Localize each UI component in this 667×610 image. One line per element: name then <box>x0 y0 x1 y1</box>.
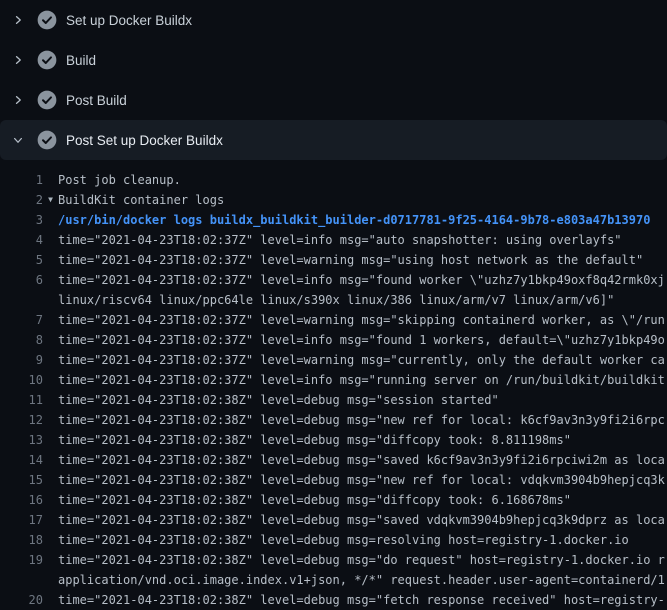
log-text: time="2021-04-23T18:02:37Z" level=info m… <box>58 370 665 390</box>
check-circle-icon <box>37 90 57 110</box>
step-label: Post Set up Docker Buildx <box>66 133 223 148</box>
log-line: 15 time="2021-04-23T18:02:38Z" level=debu… <box>0 470 667 490</box>
log-line: 13 time="2021-04-23T18:02:38Z" level=debu… <box>0 430 667 450</box>
step-label: Post Build <box>66 93 127 108</box>
line-number[interactable]: 14 <box>0 450 43 470</box>
log-output: 1 Post job cleanup. 2▼BuildKit container … <box>0 160 667 610</box>
check-circle-icon <box>37 130 57 150</box>
log-line: 1 Post job cleanup. <box>0 170 667 190</box>
line-number[interactable]: 2 <box>0 190 43 210</box>
log-line: 11 time="2021-04-23T18:02:38Z" level=debu… <box>0 390 667 410</box>
log-text: time="2021-04-23T18:02:38Z" level=debug … <box>58 390 499 410</box>
step-row-setup-docker-buildx[interactable]: Set up Docker Buildx <box>0 0 667 40</box>
log-text: time="2021-04-23T18:02:37Z" level=warnin… <box>58 310 665 330</box>
chevron-down-icon <box>10 132 26 148</box>
line-number[interactable]: 10 <box>0 370 43 390</box>
line-number[interactable]: 1 <box>0 170 43 190</box>
chevron-right-icon <box>10 12 26 28</box>
step-list: Set up Docker Buildx Build Post Build Po… <box>0 0 667 160</box>
chevron-right-icon <box>10 52 26 68</box>
line-number <box>0 570 43 590</box>
log-line: 9 time="2021-04-23T18:02:37Z" level=warni… <box>0 350 667 370</box>
log-text: time="2021-04-23T18:02:37Z" level=warnin… <box>58 350 665 370</box>
log-line: 20 time="2021-04-23T18:02:38Z" level=debu… <box>0 590 667 610</box>
check-circle-icon <box>37 10 57 30</box>
log-line-wrap-continuation: linux/riscv64 linux/ppc64le linux/s390x … <box>0 290 667 310</box>
line-number[interactable]: 11 <box>0 390 43 410</box>
log-line: 7 time="2021-04-23T18:02:37Z" level=warni… <box>0 310 667 330</box>
line-number[interactable]: 9 <box>0 350 43 370</box>
log-line: 17 time="2021-04-23T18:02:38Z" level=debu… <box>0 510 667 530</box>
line-number[interactable]: 15 <box>0 470 43 490</box>
step-row-post-setup-docker-buildx[interactable]: Post Set up Docker Buildx <box>0 120 667 160</box>
log-text: time="2021-04-23T18:02:38Z" level=debug … <box>58 470 665 490</box>
line-number[interactable]: 20 <box>0 590 43 610</box>
step-row-post-build[interactable]: Post Build <box>0 80 667 120</box>
log-text: time="2021-04-23T18:02:38Z" level=debug … <box>58 530 629 550</box>
log-line: 14 time="2021-04-23T18:02:38Z" level=debu… <box>0 450 667 470</box>
log-text: time="2021-04-23T18:02:38Z" level=debug … <box>58 490 571 510</box>
chevron-right-icon <box>10 92 26 108</box>
log-line-wrap-continuation: application/vnd.oci.image.index.v1+json,… <box>0 570 667 590</box>
log-line-command: 3/usr/bin/docker logs buildx_buildkit_bu… <box>0 210 667 230</box>
log-line: 16 time="2021-04-23T18:02:38Z" level=debu… <box>0 490 667 510</box>
line-number[interactable]: 12 <box>0 410 43 430</box>
log-text: time="2021-04-23T18:02:38Z" level=debug … <box>58 590 665 610</box>
log-line: 5 time="2021-04-23T18:02:37Z" level=warni… <box>0 250 667 270</box>
step-label: Build <box>66 53 96 68</box>
log-line: 6 time="2021-04-23T18:02:37Z" level=info … <box>0 270 667 290</box>
log-text: time="2021-04-23T18:02:38Z" level=debug … <box>58 430 571 450</box>
log-line: 12 time="2021-04-23T18:02:38Z" level=debu… <box>0 410 667 430</box>
line-number[interactable]: 7 <box>0 310 43 330</box>
line-number[interactable]: 13 <box>0 430 43 450</box>
step-label: Set up Docker Buildx <box>66 13 192 28</box>
log-group-title[interactable]: BuildKit container logs <box>58 190 224 210</box>
log-text: Post job cleanup. <box>58 170 181 190</box>
log-text: application/vnd.oci.image.index.v1+json,… <box>58 570 667 590</box>
line-number[interactable]: 18 <box>0 530 43 550</box>
log-text: linux/riscv64 linux/ppc64le linux/s390x … <box>58 290 614 310</box>
line-number[interactable]: 17 <box>0 510 43 530</box>
line-number[interactable]: 19 <box>0 550 43 570</box>
line-number[interactable]: 8 <box>0 330 43 350</box>
collapse-triangle-icon[interactable]: ▼ <box>43 190 58 210</box>
line-number[interactable]: 5 <box>0 250 43 270</box>
log-text: time="2021-04-23T18:02:38Z" level=debug … <box>58 550 665 570</box>
log-line-group-header[interactable]: 2▼BuildKit container logs <box>0 190 667 210</box>
step-row-build[interactable]: Build <box>0 40 667 80</box>
log-text: time="2021-04-23T18:02:37Z" level=info m… <box>58 330 665 350</box>
line-number[interactable]: 4 <box>0 230 43 250</box>
line-number[interactable]: 3 <box>0 210 43 230</box>
log-text: time="2021-04-23T18:02:38Z" level=debug … <box>58 410 665 430</box>
log-line: 4 time="2021-04-23T18:02:37Z" level=info … <box>0 230 667 250</box>
line-number[interactable]: 16 <box>0 490 43 510</box>
line-number <box>0 290 43 310</box>
log-command-text: /usr/bin/docker logs buildx_buildkit_bui… <box>58 210 650 230</box>
line-number[interactable]: 6 <box>0 270 43 290</box>
log-text: time="2021-04-23T18:02:37Z" level=warnin… <box>58 250 643 270</box>
log-text: time="2021-04-23T18:02:38Z" level=debug … <box>58 510 665 530</box>
log-line: 18 time="2021-04-23T18:02:38Z" level=debu… <box>0 530 667 550</box>
log-text: time="2021-04-23T18:02:37Z" level=info m… <box>58 230 622 250</box>
log-text: time="2021-04-23T18:02:38Z" level=debug … <box>58 450 665 470</box>
log-line: 10 time="2021-04-23T18:02:37Z" level=info… <box>0 370 667 390</box>
log-line: 8 time="2021-04-23T18:02:37Z" level=info … <box>0 330 667 350</box>
log-line: 19 time="2021-04-23T18:02:38Z" level=debu… <box>0 550 667 570</box>
log-text: time="2021-04-23T18:02:37Z" level=info m… <box>58 270 665 290</box>
check-circle-icon <box>37 50 57 70</box>
